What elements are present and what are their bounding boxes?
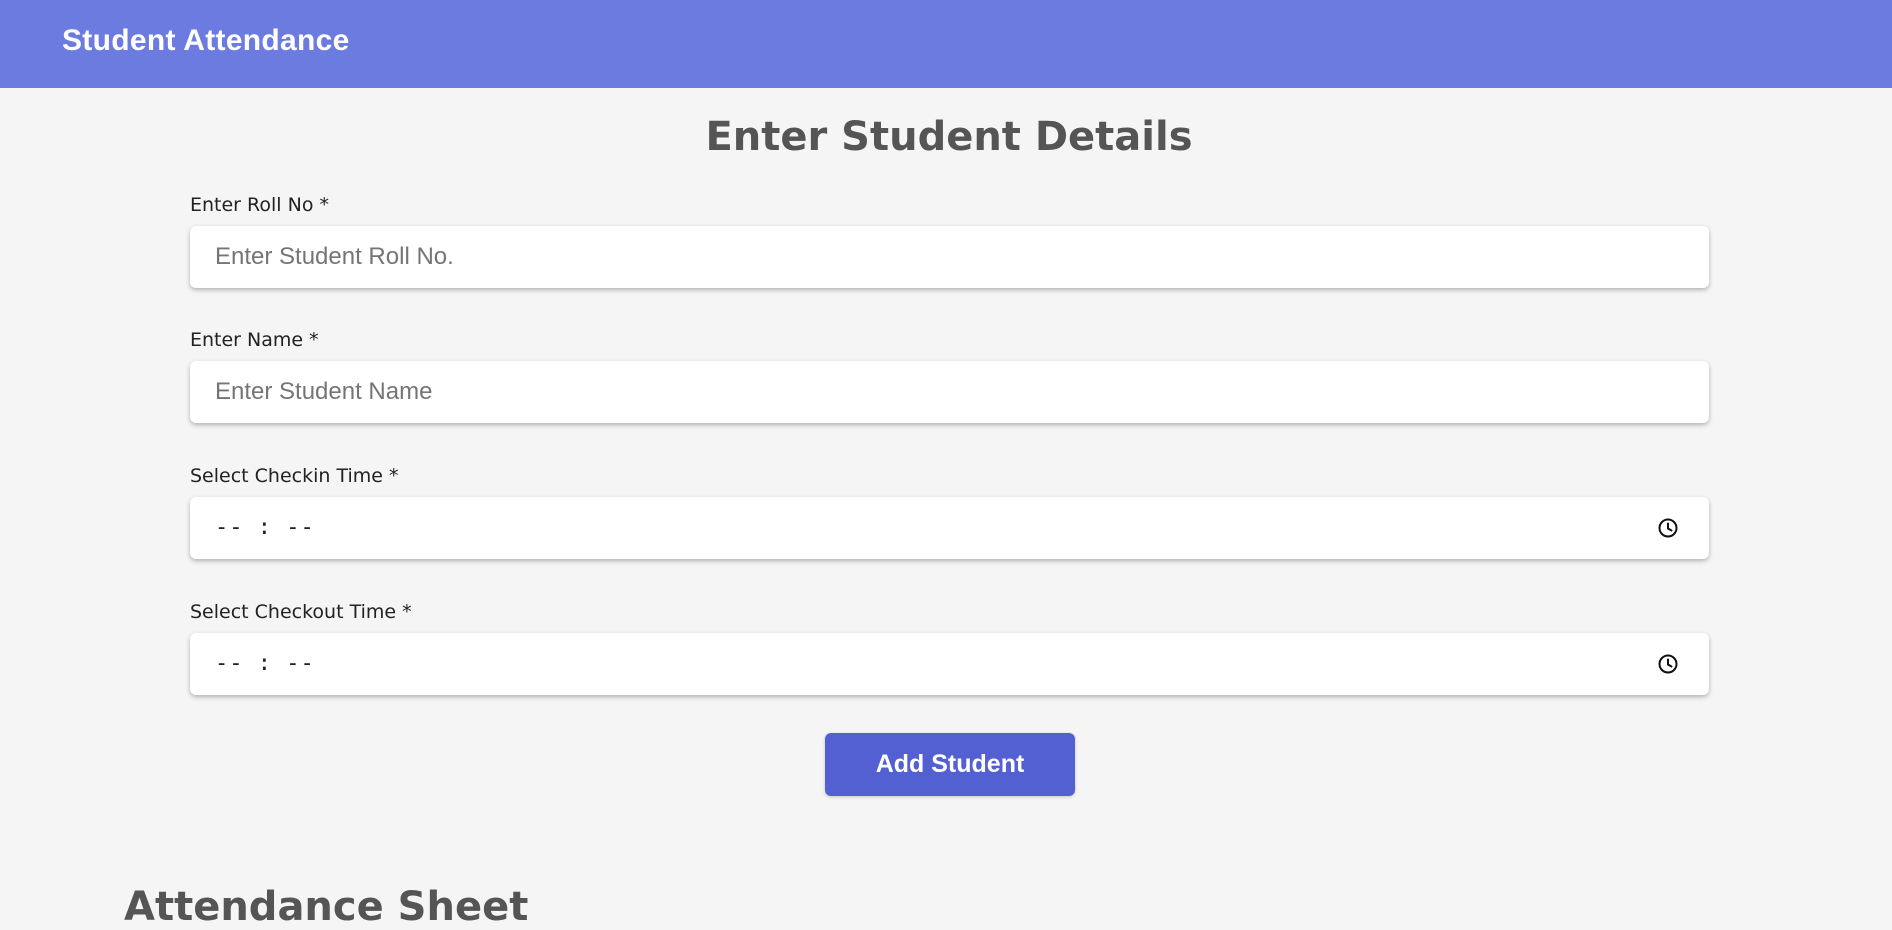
- form-title: Enter Student Details: [705, 114, 1193, 160]
- checkin-time-value: -- : --: [215, 515, 315, 540]
- checkin-time-input[interactable]: -- : --: [190, 497, 1709, 559]
- checkout-time-value: -- : --: [215, 651, 315, 676]
- name-label: Enter Name *: [190, 329, 319, 351]
- checkin-time-label: Select Checkin Time *: [190, 465, 399, 487]
- clock-icon[interactable]: [1657, 517, 1679, 539]
- roll-no-placeholder: Enter Student Roll No.: [215, 243, 454, 270]
- checkout-time-input[interactable]: -- : --: [190, 633, 1709, 695]
- roll-no-label: Enter Roll No *: [190, 194, 329, 216]
- navbar: Student Attendance: [0, 0, 1892, 88]
- name-placeholder: Enter Student Name: [215, 378, 433, 405]
- app-title: Student Attendance: [62, 24, 350, 57]
- roll-no-input[interactable]: Enter Student Roll No.: [190, 226, 1709, 288]
- checkout-time-label: Select Checkout Time *: [190, 601, 412, 623]
- add-student-button[interactable]: Add Student: [825, 733, 1075, 796]
- name-input[interactable]: Enter Student Name: [190, 361, 1709, 423]
- clock-icon[interactable]: [1657, 653, 1679, 675]
- attendance-sheet-title: Attendance Sheet: [124, 884, 529, 930]
